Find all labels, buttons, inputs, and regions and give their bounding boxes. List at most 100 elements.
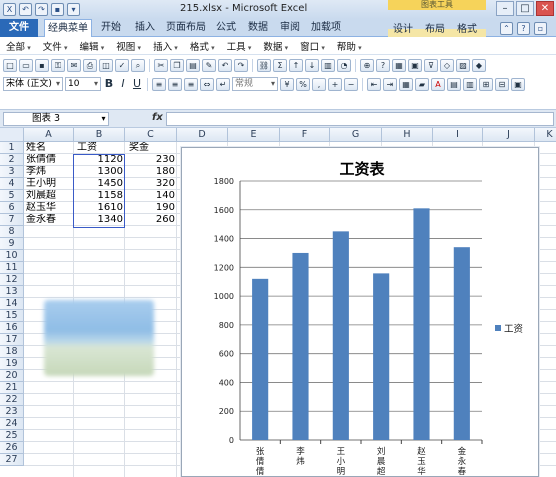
open-icon[interactable]: ▭ xyxy=(19,58,33,72)
column-header-c[interactable]: C xyxy=(125,128,177,142)
font-size-select[interactable]: 10 xyxy=(65,77,101,91)
email-icon[interactable]: ✉ xyxy=(67,58,81,72)
cell-c1[interactable]: 奖金 xyxy=(129,142,177,154)
row-header-8[interactable]: 8 xyxy=(0,226,24,238)
save-icon[interactable]: ▪ xyxy=(51,3,64,16)
redo-icon[interactable]: ↷ xyxy=(234,58,248,72)
row-header-1[interactable]: 1 xyxy=(0,142,24,154)
embedded-chart[interactable]: 工资表 0 200 400 600 800 1000 1200 1400 1600 1800 张倩… xyxy=(181,147,539,477)
percent-icon[interactable]: % xyxy=(296,77,310,91)
new-icon[interactable]: □ xyxy=(3,58,17,72)
row-header-17[interactable]: 17 xyxy=(0,334,24,346)
tab-formulas[interactable]: 公式 xyxy=(212,19,240,37)
row-header-18[interactable]: 18 xyxy=(0,346,24,358)
tab-classic-menu[interactable]: 经典菜单 xyxy=(44,19,92,38)
wrap-text-icon[interactable]: ↵ xyxy=(216,77,230,91)
column-header-i[interactable]: I xyxy=(433,128,483,142)
cell-c6[interactable]: 190 xyxy=(126,202,177,214)
row-header-10[interactable]: 10 xyxy=(0,250,24,262)
undo-icon[interactable]: ↶ xyxy=(218,58,232,72)
align-right-icon[interactable]: ≡ xyxy=(184,77,198,91)
maximize-button[interactable]: □ xyxy=(516,1,534,16)
freeze-panes-icon[interactable]: ▣ xyxy=(408,58,422,72)
bar-2[interactable] xyxy=(292,252,309,440)
row-header-13[interactable]: 13 xyxy=(0,286,24,298)
tab-data[interactable]: 数据 xyxy=(244,19,272,37)
font-name-select[interactable]: 宋体 (正文) xyxy=(3,77,63,91)
row-header-20[interactable]: 20 xyxy=(0,370,24,382)
cell-styles-icon[interactable]: ▥ xyxy=(463,77,477,91)
column-header-b[interactable]: B xyxy=(74,128,125,142)
minimize-ribbon-icon[interactable]: ⌃ xyxy=(500,22,513,35)
format-cells-icon[interactable]: ▣ xyxy=(511,77,525,91)
redo-icon[interactable]: ↷ xyxy=(35,3,48,16)
cell-c5[interactable]: 140 xyxy=(126,190,177,202)
help-icon[interactable]: ? xyxy=(376,58,390,72)
menu-file[interactable]: 文件 xyxy=(37,39,74,53)
align-center-icon[interactable]: ≡ xyxy=(168,77,182,91)
menu-view[interactable]: 视图 xyxy=(110,39,147,53)
chart-title[interactable]: 工资表 xyxy=(339,160,385,178)
align-left-icon[interactable]: ≡ xyxy=(152,77,166,91)
column-header-e[interactable]: E xyxy=(228,128,280,142)
cell-b1[interactable]: 工资 xyxy=(77,142,125,154)
chart-wizard-icon[interactable]: ▥ xyxy=(321,58,335,72)
column-header-a[interactable]: A xyxy=(24,128,74,142)
tab-layout[interactable]: 布局 xyxy=(420,22,450,37)
row-header-22[interactable]: 22 xyxy=(0,394,24,406)
underline-button[interactable]: U xyxy=(131,78,143,91)
row-header-26[interactable]: 26 xyxy=(0,442,24,454)
spelling-icon[interactable]: ✓ xyxy=(115,58,129,72)
undo-icon[interactable]: ↶ xyxy=(19,3,32,16)
filter-icon[interactable]: ⊽ xyxy=(424,58,438,72)
row-header-2[interactable]: 2 xyxy=(0,154,24,166)
column-header-g[interactable]: G xyxy=(330,128,382,142)
drawing-icon[interactable]: ◔ xyxy=(337,58,351,72)
tab-page-layout[interactable]: 页面布局 xyxy=(164,19,208,37)
comma-style-icon[interactable]: , xyxy=(312,77,326,91)
row-header-12[interactable]: 12 xyxy=(0,274,24,286)
autosum-icon[interactable]: Σ xyxy=(273,58,287,72)
row-header-11[interactable]: 11 xyxy=(0,262,24,274)
menu-all[interactable]: 全部 xyxy=(0,39,37,53)
row-header-27[interactable]: 27 xyxy=(0,454,24,466)
row-header-7[interactable]: 7 xyxy=(0,214,24,226)
row-header-19[interactable]: 19 xyxy=(0,358,24,370)
cell-a4[interactable]: 王小明 xyxy=(26,178,74,190)
tab-file[interactable]: 文件 xyxy=(0,19,38,37)
formula-input[interactable] xyxy=(166,112,554,126)
help-icon[interactable]: ? xyxy=(517,22,530,35)
column-header-k[interactable]: K xyxy=(535,128,556,142)
merge-center-icon[interactable]: ⇔ xyxy=(200,77,214,91)
column-header-h[interactable]: H xyxy=(382,128,433,142)
cell-a6[interactable]: 赵玉华 xyxy=(26,202,74,214)
conditional-format-icon[interactable]: ▤ xyxy=(447,77,461,91)
increase-indent-icon[interactable]: ⇥ xyxy=(383,77,397,91)
sort-ascending-icon[interactable]: ↑ xyxy=(289,58,303,72)
font-color-icon[interactable]: A xyxy=(431,77,445,91)
row-header-15[interactable]: 15 xyxy=(0,310,24,322)
cut-icon[interactable]: ✂ xyxy=(154,58,168,72)
customize-qat-icon[interactable]: ▾ xyxy=(67,3,80,16)
warning-icon[interactable]: ◆ xyxy=(472,58,486,72)
cell-a2[interactable]: 张倩倩 xyxy=(26,154,74,166)
close-button[interactable]: ✕ xyxy=(536,1,554,16)
select-all-corner[interactable] xyxy=(0,128,24,142)
copy-icon[interactable]: ❐ xyxy=(170,58,184,72)
cell-c2[interactable]: 230 xyxy=(126,154,177,166)
shapes-icon[interactable]: ◇ xyxy=(440,58,454,72)
print-preview-icon[interactable]: ◫ xyxy=(99,58,113,72)
insert-cells-icon[interactable]: ⊞ xyxy=(479,77,493,91)
bar-3[interactable] xyxy=(332,231,349,440)
tab-review[interactable]: 审阅 xyxy=(276,19,304,37)
menu-insert[interactable]: 插入 xyxy=(147,39,184,53)
cell-a5[interactable]: 刘晨超 xyxy=(26,190,74,202)
delete-cells-icon[interactable]: ⊟ xyxy=(495,77,509,91)
row-header-4[interactable]: 4 xyxy=(0,178,24,190)
row-header-16[interactable]: 16 xyxy=(0,322,24,334)
column-header-f[interactable]: F xyxy=(280,128,330,142)
menu-help[interactable]: 帮助 xyxy=(331,39,368,53)
fill-color-icon[interactable]: ▰ xyxy=(415,77,429,91)
bar-4[interactable] xyxy=(373,273,390,440)
bar-6[interactable] xyxy=(453,247,470,440)
